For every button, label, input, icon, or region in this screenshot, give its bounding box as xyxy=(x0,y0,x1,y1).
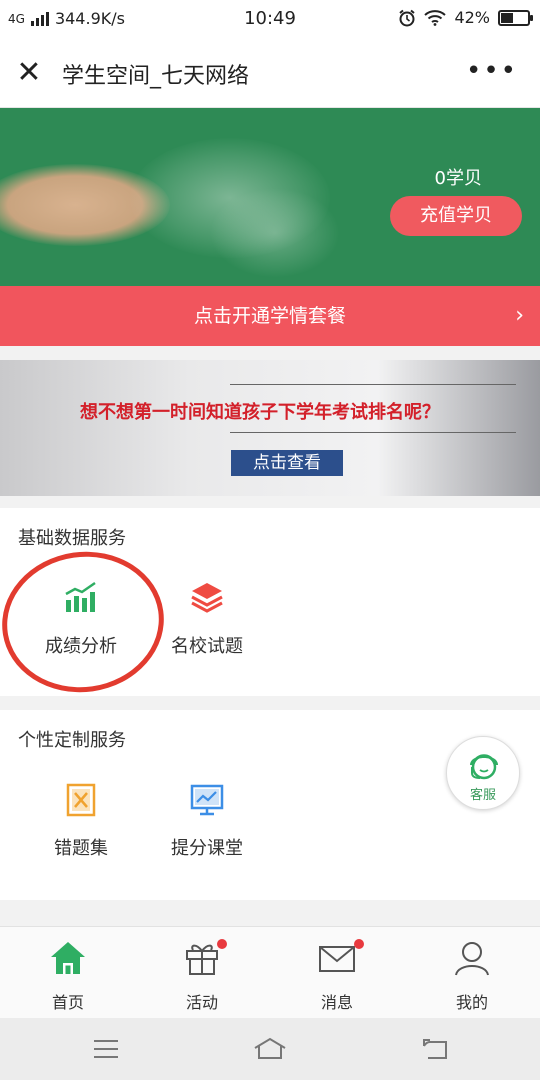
bottom-tab-bar: 首页 活动 消息 我的 xyxy=(0,926,540,1018)
monitor-icon xyxy=(190,784,224,816)
more-icon[interactable]: ••• xyxy=(466,56,518,86)
bar-chart-icon xyxy=(65,581,96,612)
mail-icon xyxy=(319,946,355,972)
back-icon[interactable] xyxy=(420,1036,450,1062)
page-title: 学生空间_七天网络 xyxy=(62,64,250,89)
system-navigation-bar xyxy=(0,1018,540,1080)
tile-label: 提分课堂 xyxy=(171,838,243,859)
status-bar: 4G 344.9K/s 10:49 42% xyxy=(0,0,540,38)
tab-home[interactable]: 首页 xyxy=(23,939,113,1013)
tab-label: 我的 xyxy=(455,993,488,1012)
battery-icon xyxy=(498,9,533,26)
home-outline-icon[interactable] xyxy=(252,1036,288,1062)
chevron-right-icon: › xyxy=(515,303,524,328)
layers-icon xyxy=(191,583,223,613)
customer-service-label: 客服 xyxy=(469,788,496,803)
exam-rank-ad[interactable]: 想不想第一时间知道孩子下学年考试排名呢？ 点击查看 xyxy=(0,360,540,496)
tab-label: 消息 xyxy=(320,993,353,1012)
customer-service-button[interactable]: 客服 xyxy=(446,736,520,810)
score-class-tile[interactable]: 提分课堂 xyxy=(147,782,267,860)
coin-balance: 0学贝 xyxy=(434,168,482,189)
notification-dot xyxy=(217,939,227,949)
tile-label: 成绩分析 xyxy=(45,636,117,657)
status-right: 42% xyxy=(398,8,533,27)
basic-services-section: 基础数据服务 成绩分析 名校试题 xyxy=(0,508,540,696)
menu-icon[interactable] xyxy=(91,1037,121,1061)
subscribe-banner[interactable]: 点击开通学情套餐 › xyxy=(0,286,540,346)
tab-messages[interactable]: 消息 xyxy=(292,939,382,1013)
tab-mine[interactable]: 我的 xyxy=(427,939,517,1013)
wifi-icon xyxy=(424,9,447,26)
recharge-button[interactable]: 充值学贝 xyxy=(390,196,522,236)
section-heading: 个性定制服务 xyxy=(18,730,126,751)
ad-cta-button[interactable]: 点击查看 xyxy=(231,450,343,476)
alarm-icon xyxy=(399,9,416,26)
tab-label: 首页 xyxy=(51,993,84,1012)
school-papers-tile[interactable]: 名校试题 xyxy=(147,580,267,658)
notification-dot xyxy=(354,939,364,949)
home-icon xyxy=(51,942,85,974)
ad-divider xyxy=(230,384,516,385)
battery-percent: 42% xyxy=(454,8,490,27)
gift-icon xyxy=(186,944,218,975)
tile-label: 名校试题 xyxy=(171,636,243,657)
user-icon xyxy=(455,942,489,976)
ad-divider xyxy=(230,432,516,433)
ad-headline: 想不想第一时间知道孩子下学年考试排名呢？ xyxy=(80,402,440,423)
score-analysis-tile[interactable]: 成绩分析 xyxy=(21,580,141,658)
mistake-book-tile[interactable]: 错题集 xyxy=(21,782,141,860)
title-bar: ✕ 学生空间_七天网络 ••• xyxy=(0,38,540,108)
tile-label: 错题集 xyxy=(54,838,108,859)
account-banner: 0学贝 充值学贝 xyxy=(0,108,540,286)
subscribe-label: 点击开通学情套餐 xyxy=(193,305,346,327)
agent-icon xyxy=(470,754,498,780)
chalk-smudge-light xyxy=(210,188,340,278)
section-heading: 基础数据服务 xyxy=(18,528,126,549)
tab-label: 活动 xyxy=(185,993,218,1012)
custom-services-section: 个性定制服务 错题集 提分课堂 xyxy=(0,710,540,900)
tab-activity[interactable]: 活动 xyxy=(157,939,247,1013)
close-icon[interactable]: ✕ xyxy=(14,58,44,88)
wrong-book-icon xyxy=(66,783,96,817)
